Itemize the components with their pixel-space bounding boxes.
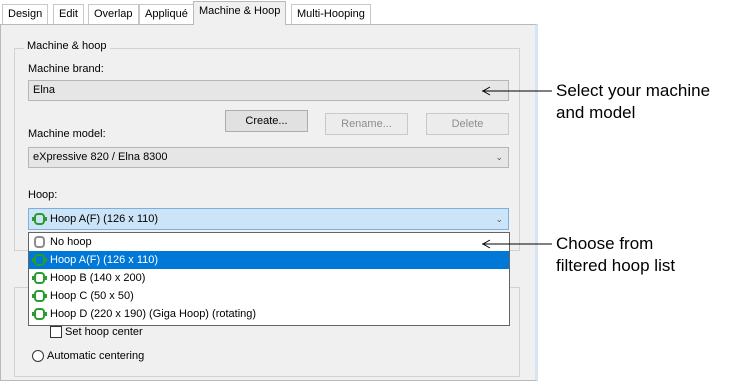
tab-strip: Design Edit Overlap Appliqué Machine & H… [0, 0, 538, 25]
radio-icon [32, 350, 44, 363]
list-item-label: Hoop C (50 x 50) [50, 290, 134, 302]
list-item-no-hoop[interactable]: No hoop [29, 233, 509, 251]
callout-top-line1: Select your machine [556, 81, 711, 100]
machine-model-label: Machine model: [28, 128, 106, 140]
hoop-icon [32, 254, 47, 267]
hoop-select[interactable]: Hoop A(F) (126 x 110) ⌄ [28, 208, 509, 230]
hoop-icon [32, 308, 47, 321]
tab-design[interactable]: Design [2, 4, 49, 24]
machine-model-select[interactable]: eXpressive 820 / Elna 8300 ⌄ [28, 147, 509, 168]
rename-button[interactable]: Rename... [325, 113, 408, 135]
chevron-down-icon: ⌄ [495, 214, 503, 224]
hoop-value: Hoop A(F) (126 x 110) [50, 213, 159, 225]
group-title: Machine & hoop [24, 40, 110, 52]
list-item-label: No hoop [50, 236, 92, 248]
machine-brand-field[interactable]: Elna [28, 80, 509, 101]
tab-machine-hoop[interactable]: Machine & Hoop [193, 1, 287, 25]
list-item-label: Hoop D (220 x 190) (Giga Hoop) (rotating… [50, 308, 257, 320]
create-button[interactable]: Create... [225, 110, 308, 132]
list-item-hoop-a[interactable]: Hoop A(F) (126 x 110) [29, 251, 509, 269]
tab-applique[interactable]: Appliqué [139, 4, 194, 24]
tab-multi-hooping[interactable]: Multi-Hooping [291, 4, 371, 24]
callout-bottom-line1: Choose from [556, 234, 654, 253]
list-item-hoop-b[interactable]: Hoop B (140 x 200) [29, 269, 509, 287]
tab-edit[interactable]: Edit [53, 4, 84, 24]
chevron-down-icon: ⌄ [495, 152, 503, 162]
machine-model-value: eXpressive 820 / Elna 8300 [33, 151, 168, 163]
tab-overlap[interactable]: Overlap [88, 4, 139, 24]
hoop-icon [32, 213, 47, 226]
machine-brand-label: Machine brand: [28, 63, 104, 75]
hoop-dropdown-list: No hoop Hoop A(F) (126 x 110) Hoop B (14… [28, 232, 510, 326]
automatic-centering-radio[interactable]: Automatic centering [32, 350, 145, 363]
no-hoop-icon [34, 236, 45, 249]
callout-top-line2: and model [556, 103, 636, 122]
list-item-label: Hoop B (140 x 200) [50, 272, 146, 284]
list-item-hoop-d[interactable]: Hoop D (220 x 190) (Giga Hoop) (rotating… [29, 305, 509, 323]
set-hoop-center-checkbox[interactable]: Set hoop center [50, 326, 143, 339]
hoop-label: Hoop: [28, 189, 58, 201]
machine-brand-value: Elna [33, 84, 56, 96]
delete-button[interactable]: Delete [426, 113, 509, 135]
callout-bottom-line2: filtered hoop list [556, 256, 676, 275]
list-item-hoop-c[interactable]: Hoop C (50 x 50) [29, 287, 509, 305]
hoop-icon [32, 290, 47, 303]
checkbox-icon [50, 326, 62, 339]
set-hoop-center-label: Set hoop center [65, 326, 143, 338]
list-item-label: Hoop A(F) (126 x 110) [50, 254, 159, 266]
hoop-icon [32, 272, 47, 285]
automatic-centering-label: Automatic centering [47, 350, 145, 362]
